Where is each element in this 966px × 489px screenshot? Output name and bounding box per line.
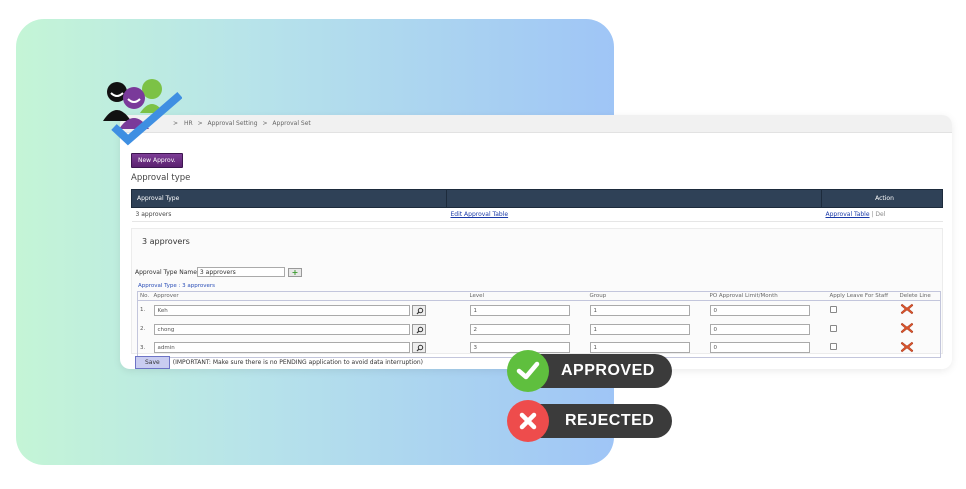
breadcrumb-sep: > <box>262 120 268 127</box>
check-icon <box>516 361 540 380</box>
search-icon <box>416 345 423 352</box>
new-approval-button[interactable]: New Approv. <box>131 153 183 168</box>
section-title: Approval type <box>131 173 191 183</box>
po-limit-input[interactable]: 0 <box>709 304 810 316</box>
row-number: 3. <box>140 344 146 351</box>
search-icon <box>416 326 423 333</box>
close-icon <box>519 412 537 430</box>
table-row: 3 approvers Edit Approval Table Approval… <box>131 207 943 222</box>
po-limit-input[interactable]: 0 <box>709 323 810 335</box>
po-limit-input[interactable]: 0 <box>709 342 810 354</box>
breadcrumb-item-approval-setting[interactable]: Approval Setting <box>208 120 258 127</box>
apply-leave-checkbox[interactable] <box>829 343 837 351</box>
find-approver-button[interactable] <box>411 304 426 316</box>
header-middle <box>446 189 822 208</box>
approval-type-table: Approval Type Action 3 approvers Edit Ap… <box>131 189 943 222</box>
group-input[interactable]: 1 <box>589 323 690 335</box>
rejected-x-circle <box>507 400 549 442</box>
plus-icon: + <box>291 267 299 277</box>
edit-approval-table-link[interactable]: Edit Approval Table <box>451 211 509 218</box>
approved-label: APPROVED <box>561 362 655 379</box>
approver-input[interactable]: chong <box>153 323 410 335</box>
add-approver-button[interactable]: + <box>287 267 302 277</box>
header-no: No. <box>137 291 152 301</box>
team-approval-logo-icon <box>103 79 182 146</box>
approval-type-name-row: Approval Type Name 3 approvers + <box>135 267 302 277</box>
row-number: 2. <box>140 326 146 332</box>
stage: > HR > Approval Setting > Approval Set N… <box>0 0 966 489</box>
rejected-badge: REJECTED <box>507 400 672 442</box>
level-input[interactable]: 1 <box>469 304 570 316</box>
header-group: Group <box>587 291 708 301</box>
action-separator: | <box>871 211 874 218</box>
group-input[interactable]: 1 <box>589 342 690 354</box>
delete-link[interactable]: Del <box>875 211 885 218</box>
delete-line-icon[interactable] <box>900 303 914 317</box>
header-action: Action <box>821 189 943 208</box>
breadcrumb-item-approval-set: Approval Set <box>272 120 311 127</box>
approvers-table: No. Approver Level Group PO Approval Lim… <box>137 291 941 358</box>
header-delete-line: Delete Line <box>897 291 941 301</box>
approval-table-link[interactable]: Approval Table <box>826 211 870 218</box>
header-apply-leave: Apply Leave For Staff <box>827 291 898 301</box>
edit-cell: Edit Approval Table <box>446 207 822 222</box>
approval-type-name-input[interactable]: 3 approvers <box>196 267 285 277</box>
approval-type-name-label: Approval Type Name <box>135 268 197 276</box>
save-row: Save (IMPORTANT: Make sure there is no P… <box>135 356 423 369</box>
approved-check-circle <box>507 350 549 392</box>
header-approver: Approver <box>151 291 468 301</box>
approver-input[interactable]: admin <box>153 342 410 354</box>
delete-line-icon[interactable] <box>900 322 914 336</box>
level-input[interactable]: 2 <box>469 323 570 335</box>
header-level: Level <box>467 291 588 301</box>
header-po-limit: PO Approval Limit/Month <box>707 291 828 301</box>
breadcrumb: > HR > Approval Setting > Approval Set <box>120 115 952 133</box>
rejected-label: REJECTED <box>565 412 655 429</box>
apply-leave-checkbox[interactable] <box>829 324 837 332</box>
important-notice: (IMPORTANT: Make sure there is no PENDIN… <box>172 359 424 366</box>
app-window: > HR > Approval Setting > Approval Set N… <box>120 115 952 369</box>
row-number: 1. <box>140 307 146 314</box>
approval-detail-panel: 3 approvers Approval Type Name 3 approve… <box>131 228 943 358</box>
approved-badge: APPROVED <box>507 350 672 392</box>
approver-input[interactable]: Keh <box>153 304 410 316</box>
breadcrumb-sep: > <box>197 120 203 127</box>
action-cell: Approval Table | Del <box>821 207 943 222</box>
find-approver-button[interactable] <box>411 342 426 354</box>
search-icon <box>416 307 423 315</box>
group-input[interactable]: 1 <box>589 304 690 316</box>
table-row: 2. chong 2 1 0 <box>138 320 941 339</box>
table-header-row: Approval Type Action <box>131 189 943 208</box>
save-button[interactable]: Save <box>135 356 170 369</box>
approval-type-link[interactable]: Approval Type : 3 approvers <box>138 283 215 289</box>
apply-leave-checkbox[interactable] <box>829 305 837 313</box>
detail-heading: 3 approvers <box>142 237 190 246</box>
breadcrumb-item-hr[interactable]: HR <box>184 120 193 127</box>
type-cell: 3 approvers <box>131 207 447 222</box>
header-approval-type: Approval Type <box>131 189 447 208</box>
find-approver-button[interactable] <box>411 323 426 335</box>
delete-line-icon[interactable] <box>900 341 914 355</box>
table-row: 1. Keh 1 1 0 <box>138 301 941 320</box>
approvers-header-row: No. Approver Level Group PO Approval Lim… <box>137 291 941 301</box>
main-content: New Approv. Approval type Approval Type … <box>120 133 952 358</box>
